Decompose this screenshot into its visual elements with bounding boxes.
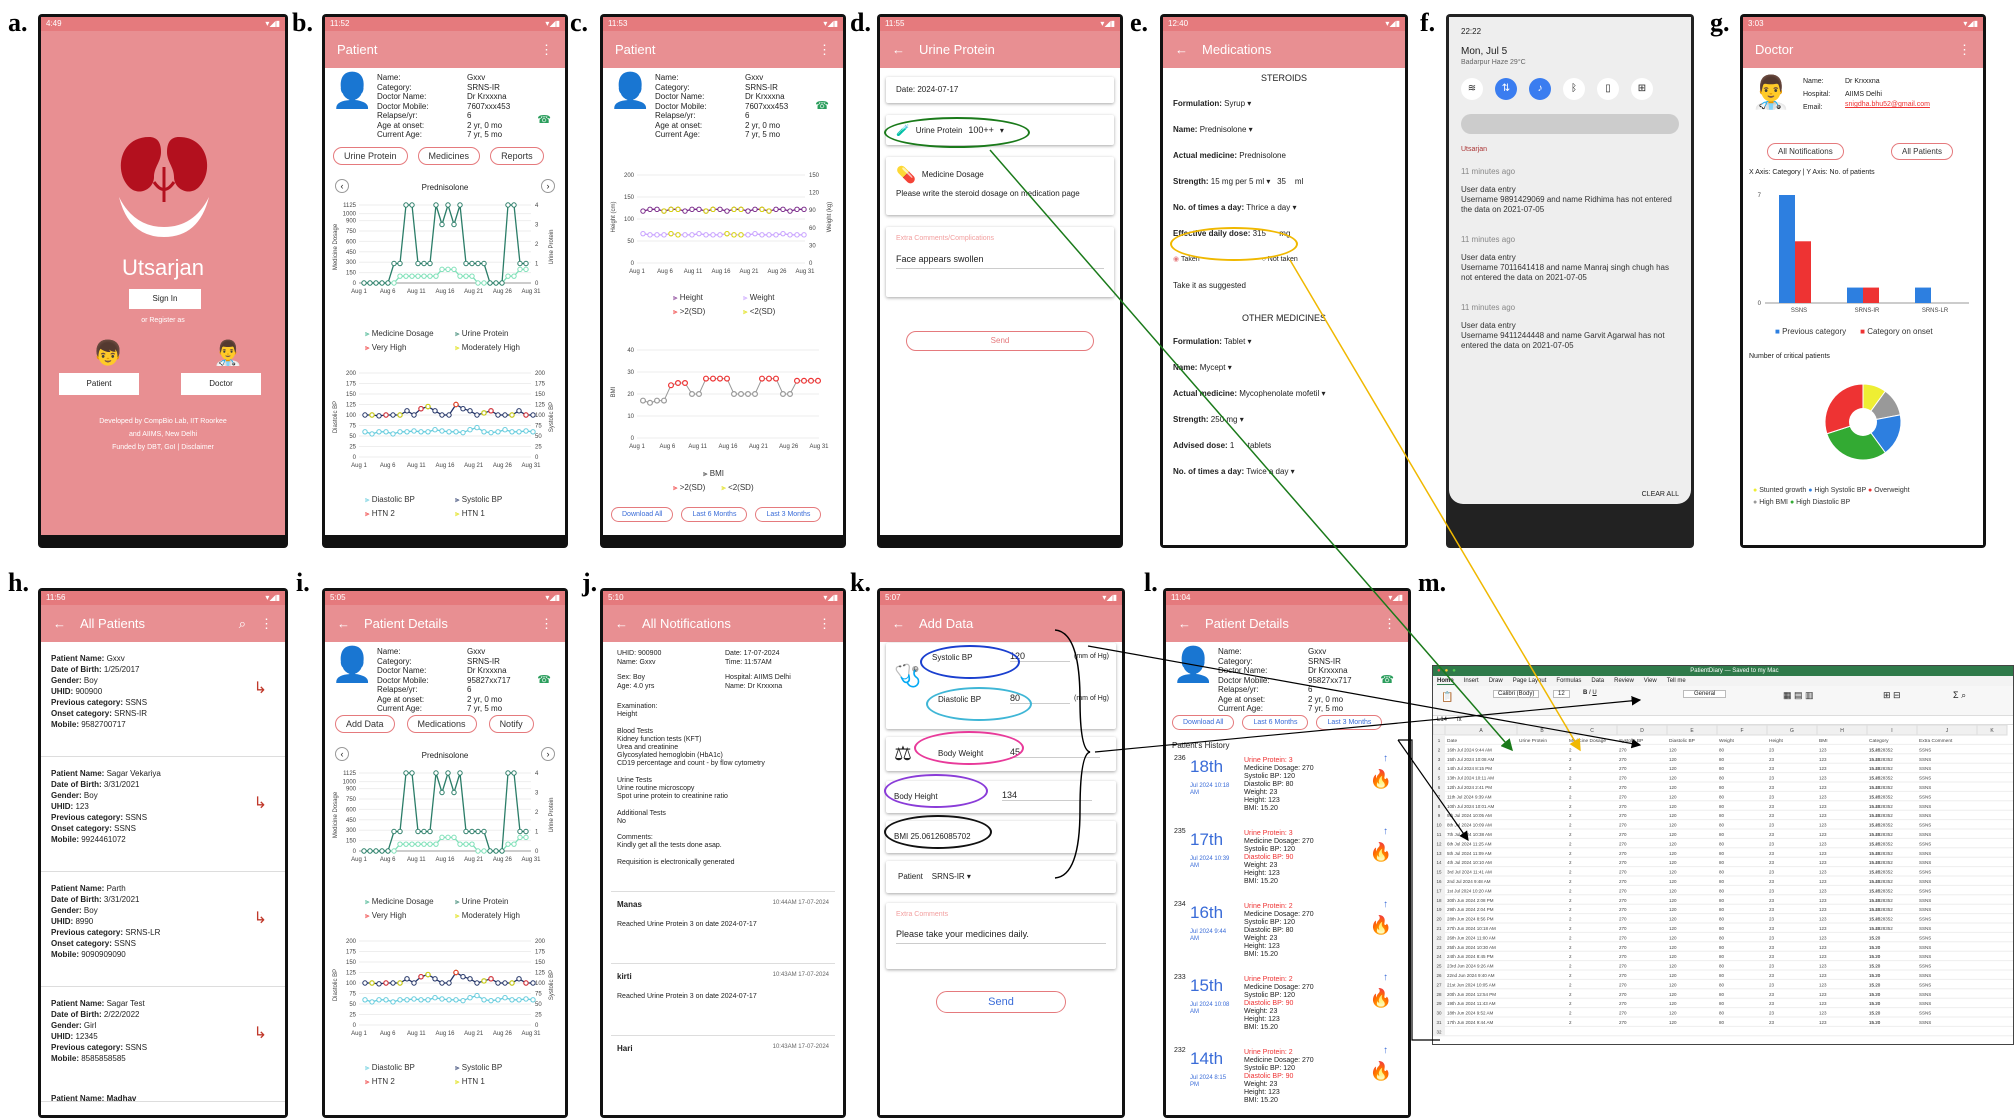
callout-arrows — [989, 149, 1642, 1041]
